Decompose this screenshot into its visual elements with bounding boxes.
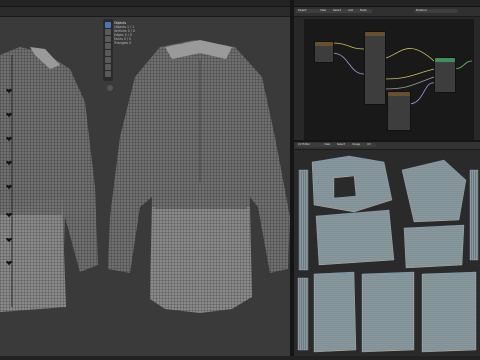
stats-line: Triangles 0	[114, 41, 132, 45]
shader-node-editor[interactable]: Object View Select Add Node Material	[294, 7, 480, 141]
editor-type-dropdown[interactable]: Object	[296, 9, 318, 13]
uv-island	[421, 271, 477, 353]
node-header	[315, 42, 333, 46]
cursor-tool-icon[interactable]	[105, 29, 111, 35]
node-canvas[interactable]	[304, 19, 474, 141]
uv-island	[313, 271, 357, 353]
uv-island	[315, 209, 395, 266]
view-gizmo-icon[interactable]	[107, 85, 113, 91]
menu-uv[interactable]: UV	[365, 143, 376, 147]
transform-tool-icon[interactable]	[105, 57, 111, 63]
uv-island	[298, 169, 309, 271]
uv-island-hole	[333, 175, 357, 199]
menu-view[interactable]: View	[318, 9, 332, 13]
select-tool-icon[interactable]	[105, 22, 111, 28]
3d-viewport[interactable]: Objects Objects 1 / 1 Vertices 0 / 0 Edg…	[0, 7, 290, 356]
image-texture-node[interactable]	[364, 31, 386, 105]
measure-tool-icon[interactable]	[105, 71, 111, 77]
move-tool-icon[interactable]	[105, 36, 111, 42]
menu-view[interactable]: View	[322, 143, 336, 147]
node-editor-header: Object View Select Add Node Material	[294, 7, 480, 17]
mapping-node[interactable]	[387, 91, 411, 131]
material-selector[interactable]: Material	[414, 9, 458, 13]
rotate-tool-icon[interactable]	[105, 43, 111, 49]
node-header	[388, 92, 410, 96]
node-header	[365, 32, 385, 36]
editor-type-dropdown[interactable]: UV Editor	[296, 143, 322, 147]
uv-island	[297, 277, 309, 351]
uv-island	[469, 169, 479, 261]
uv-island	[403, 224, 465, 269]
uv-editor[interactable]: UV Editor View Select Image UV	[294, 142, 480, 356]
scene-statistics: Objects Objects 1 / 1 Vertices 0 / 0 Edg…	[114, 21, 135, 45]
top-menu-bar	[0, 0, 480, 7]
texture-node[interactable]	[314, 41, 334, 63]
uv-island	[361, 271, 415, 353]
menu-select[interactable]: Select	[331, 9, 347, 13]
menu-select[interactable]: Select	[335, 143, 351, 147]
back-jacket-mesh	[108, 40, 290, 313]
uv-layout-canvas	[294, 150, 480, 356]
node-header	[435, 58, 455, 62]
uv-editor-header: UV Editor View Select Image UV	[294, 142, 480, 150]
status-bar	[0, 356, 480, 360]
scale-tool-icon[interactable]	[105, 50, 111, 56]
tool-shelf	[103, 19, 113, 81]
viewport-header	[0, 7, 290, 17]
front-jacket-mesh	[0, 47, 98, 312]
menu-image[interactable]: Image	[350, 143, 366, 147]
annotate-tool-icon[interactable]	[105, 64, 111, 70]
principled-bsdf-node[interactable]	[434, 57, 456, 93]
jacket-wireframe-render	[0, 40, 290, 313]
menu-node[interactable]: Node	[358, 9, 372, 13]
